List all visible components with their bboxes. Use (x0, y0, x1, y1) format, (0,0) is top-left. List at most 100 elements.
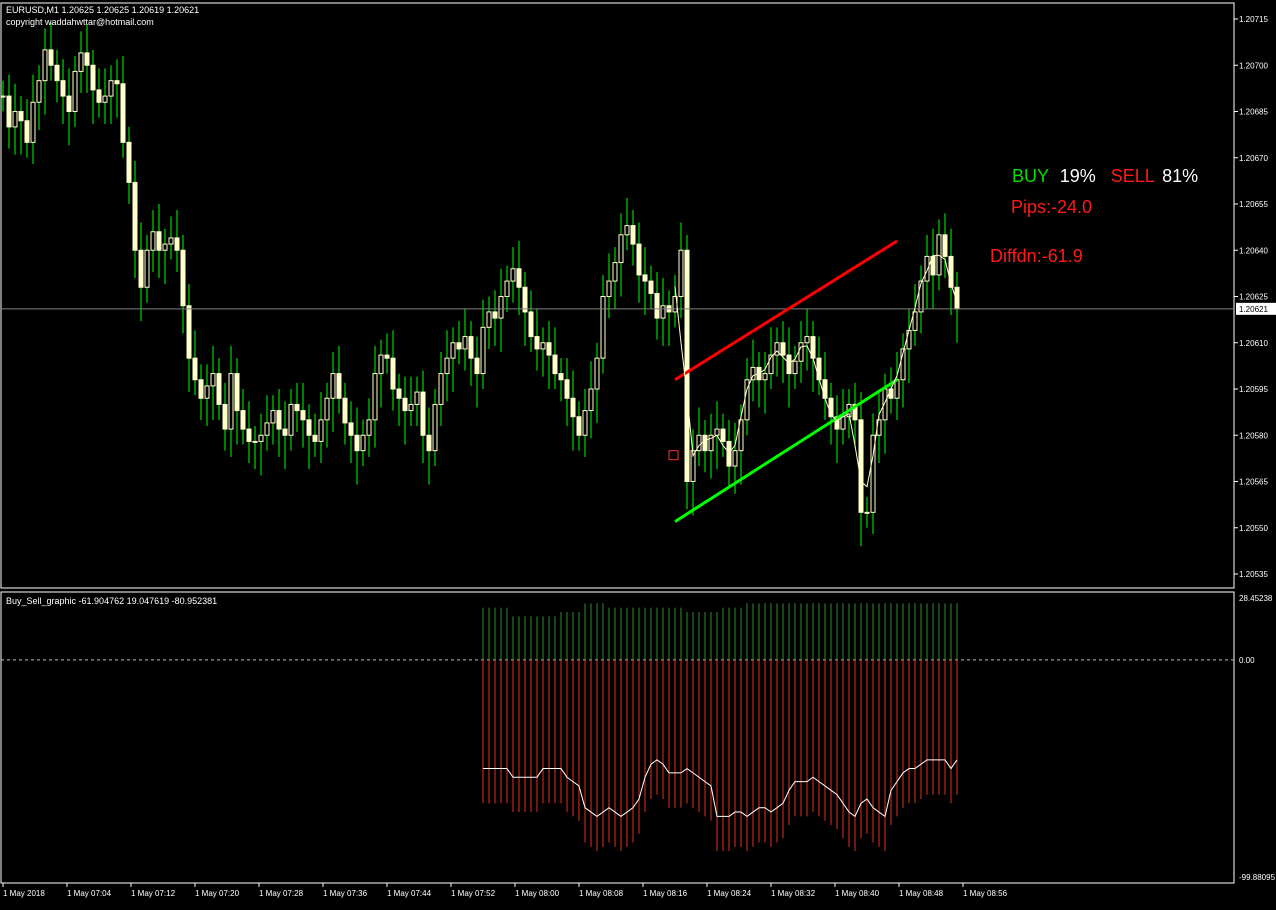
candle-body (702, 434, 708, 452)
candle-body (252, 440, 258, 443)
candle-body (258, 434, 264, 442)
candle-body (498, 296, 504, 319)
candle-body (732, 450, 738, 467)
candle-body (816, 357, 822, 381)
chart-canvas: 1.20715 1.20700 1.20685 1.20670 1.20655 1.206… (0, 2, 1276, 898)
candle-body (600, 296, 606, 359)
time-tick-label: 1 May 08:40 (835, 889, 880, 898)
candle-body (282, 428, 288, 436)
candle-body (762, 373, 768, 381)
candle-body (30, 101, 36, 143)
candle-body (270, 410, 276, 424)
candle-body (54, 64, 60, 82)
price-tick-label: 1.20700 (1239, 61, 1268, 70)
candle-body (528, 311, 534, 338)
candle-body (840, 416, 846, 430)
candle-body (120, 83, 126, 143)
price-tick-label: 1.20565 (1239, 478, 1268, 487)
candle-body (804, 336, 810, 344)
candle-body (612, 262, 618, 282)
price-tick-label: 1.20640 (1239, 246, 1268, 255)
time-tick-label: 1 May 2018 (3, 889, 45, 898)
chart-window: 1.20715 1.20700 1.20685 1.20670 1.20655 1.206… (0, 0, 1276, 905)
candle-body (204, 385, 210, 399)
candle-body (234, 373, 240, 412)
time-tick-label: 1 May 07:12 (131, 889, 176, 898)
time-tick-label: 1 May 08:16 (643, 889, 688, 898)
indicator-plot-frame (0, 591, 1235, 884)
candle-body (450, 342, 456, 359)
indicator-header: Buy_Sell_graphic -61.904762 19.047619 -8… (6, 596, 218, 606)
price-tick-label: 1.20580 (1239, 431, 1268, 440)
candle-body (6, 95, 12, 128)
candle-body (516, 268, 522, 288)
candle-body (906, 329, 912, 350)
candle-body (720, 428, 726, 442)
candle-body (780, 342, 786, 356)
price-tick-label: 1.20670 (1239, 154, 1268, 163)
candle-body (468, 336, 474, 359)
upper-channel-line (674, 239, 898, 382)
price-tick-label: 1.20715 (1239, 15, 1268, 24)
candle-body (378, 354, 384, 375)
candle-body (504, 280, 510, 298)
candle-body (24, 120, 30, 143)
candle-body (576, 416, 582, 436)
sell-percent: 81% (1162, 166, 1199, 186)
candle-body (942, 234, 948, 257)
candle-body (216, 373, 222, 405)
pips-label: Pips:-24.0 (1011, 197, 1093, 217)
candle-body (318, 419, 324, 442)
candle-body (474, 357, 480, 375)
candle-body (156, 231, 162, 251)
candle-body (192, 357, 198, 381)
candle-body (174, 237, 180, 251)
candle-body (486, 311, 492, 328)
candle-body (336, 373, 342, 399)
candle-body (654, 292, 660, 319)
price-tick-label: 1.20535 (1239, 570, 1268, 579)
price-tick-label: 1.20595 (1239, 385, 1268, 394)
candle-body (222, 403, 228, 430)
candle-body (42, 49, 48, 82)
candle-body (564, 379, 570, 399)
sell-label: SELL (1110, 166, 1155, 186)
candle-body (180, 249, 186, 307)
candle-body (306, 419, 312, 436)
candle-body (228, 373, 234, 430)
buy-percent: 19% (1059, 166, 1096, 186)
candle-body (384, 354, 390, 359)
time-tick-label: 1 May 08:24 (707, 889, 752, 898)
candle-body (822, 379, 828, 399)
candle-body (636, 243, 642, 276)
candle-body (432, 403, 438, 452)
price-tick-label: 1.20625 (1239, 293, 1268, 302)
time-tick-label: 1 May 07:36 (323, 889, 368, 898)
lower-channel-line (674, 378, 898, 523)
candle-body (324, 397, 330, 421)
candle-body (354, 434, 360, 452)
time-tick-label: 1 May 08:48 (899, 889, 944, 898)
candle-body (480, 326, 486, 375)
time-tick-label: 1 May 07:20 (195, 889, 240, 898)
candle-body (864, 511, 870, 514)
candle-body (168, 237, 174, 245)
candle-body (408, 403, 414, 412)
candle-body (108, 80, 114, 97)
candle-body (858, 419, 864, 513)
candle-body (150, 231, 156, 251)
candle-body (114, 80, 120, 85)
candle-body (348, 422, 354, 436)
candle-body (48, 49, 54, 66)
time-tick-label: 1 May 07:44 (387, 889, 432, 898)
price-tick-label: 1.20655 (1239, 200, 1268, 209)
time-tick-label: 1 May 08:00 (515, 889, 560, 898)
candle-body (426, 434, 432, 452)
candle-body (558, 373, 564, 381)
candle-body (342, 397, 348, 424)
candle-body (36, 80, 42, 103)
signal-marker-icon (668, 450, 679, 461)
candle-body (774, 342, 780, 356)
candle-body (456, 342, 462, 350)
candle-body (792, 360, 798, 375)
